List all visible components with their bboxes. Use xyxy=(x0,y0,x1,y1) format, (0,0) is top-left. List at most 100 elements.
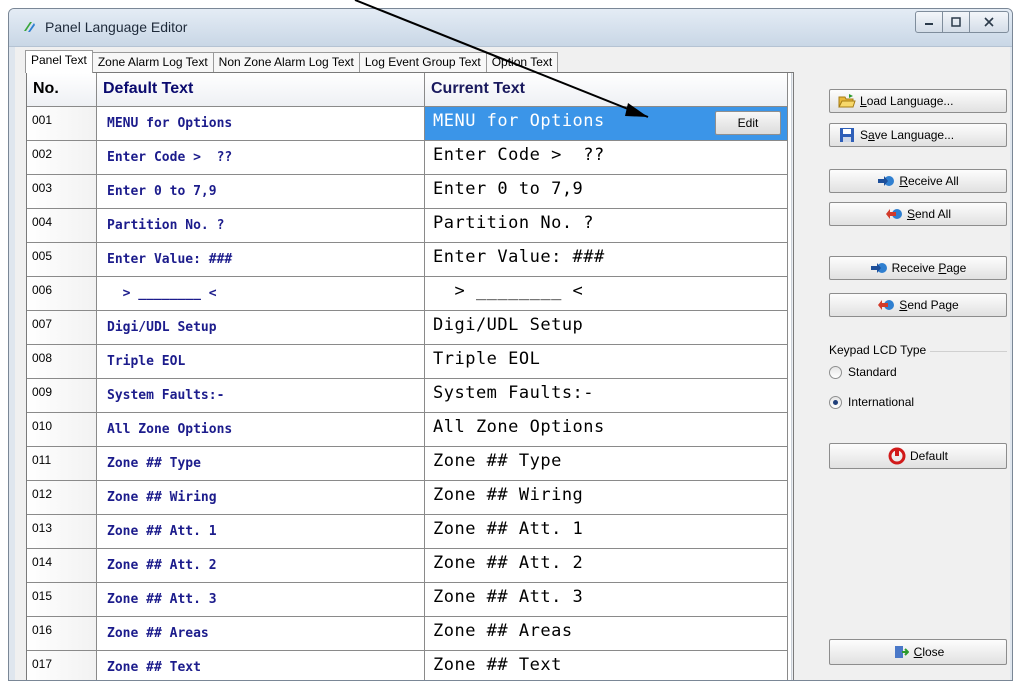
title-bar[interactable]: Panel Language Editor xyxy=(9,9,1012,47)
keypad-lcd-type-group: Keypad LCD Type Standard International xyxy=(829,343,1007,427)
default-label: Default xyxy=(909,449,949,463)
minimize-icon xyxy=(925,23,933,25)
row-number[interactable]: 004 xyxy=(27,209,97,243)
current-text-cell[interactable]: Zone ## Type xyxy=(425,447,788,481)
table-row[interactable]: 004 Partition No. ? Partition No. ? xyxy=(27,209,793,243)
load-language-button[interactable]: Load Language... xyxy=(829,89,1007,113)
send-page-button[interactable]: Send Page xyxy=(829,293,1007,317)
current-text-value: All Zone Options xyxy=(433,417,605,437)
current-text-cell[interactable]: Zone ## Areas xyxy=(425,617,788,651)
current-text-cell[interactable]: Digi/UDL Setup xyxy=(425,311,788,345)
receive-page-button[interactable]: Receive Page xyxy=(829,256,1007,280)
current-text-cell[interactable]: > ________ < xyxy=(425,277,788,311)
tab-option-text[interactable]: Option Text xyxy=(485,52,559,73)
row-number[interactable]: 006 xyxy=(27,277,97,311)
row-number[interactable]: 010 xyxy=(27,413,97,447)
table-row[interactable]: 011 Zone ## Type Zone ## Type xyxy=(27,447,793,481)
current-text-cell[interactable]: Enter Value: ### xyxy=(425,243,788,277)
table-row[interactable]: 017 Zone ## Text Zone ## Text xyxy=(27,651,793,680)
edit-button[interactable]: Edit xyxy=(715,111,781,135)
tab-non-zone-alarm-log-text[interactable]: Non Zone Alarm Log Text xyxy=(212,52,360,73)
table-row[interactable]: 002 Enter Code > ?? Enter Code > ?? xyxy=(27,141,793,175)
current-text-value: Enter Code > ?? xyxy=(433,145,605,165)
radio-international-label: International xyxy=(848,395,915,409)
vertical-scrollbar[interactable] xyxy=(791,73,794,680)
table-row[interactable]: 007 Digi/UDL Setup Digi/UDL Setup xyxy=(27,311,793,345)
send-all-button[interactable]: Send All xyxy=(829,202,1007,226)
tab-zone-alarm-log-text[interactable]: Zone Alarm Log Text xyxy=(91,52,214,73)
row-number[interactable]: 012 xyxy=(27,481,97,515)
row-number[interactable]: 005 xyxy=(27,243,97,277)
table-row[interactable]: 015 Zone ## Att. 3 Zone ## Att. 3 xyxy=(27,583,793,617)
maximize-icon xyxy=(951,17,961,27)
table-row[interactable]: 008 Triple EOL Triple EOL xyxy=(27,345,793,379)
current-text-cell[interactable]: Zone ## Wiring xyxy=(425,481,788,515)
tab-panel-text[interactable]: Panel Text xyxy=(25,50,93,73)
default-text-cell: Zone ## Type xyxy=(97,447,425,481)
current-text-cell[interactable]: Zone ## Text xyxy=(425,651,788,680)
current-text-cell[interactable]: All Zone Options xyxy=(425,413,788,447)
current-text-cell[interactable]: Partition No. ? xyxy=(425,209,788,243)
default-text-cell: All Zone Options xyxy=(97,413,425,447)
current-text-cell[interactable]: Enter Code > ?? xyxy=(425,141,788,175)
radio-button-international[interactable] xyxy=(829,395,842,409)
current-text-cell[interactable]: Zone ## Att. 2 xyxy=(425,549,788,583)
close-button[interactable]: Close xyxy=(829,639,1007,665)
row-number[interactable]: 009 xyxy=(27,379,97,413)
current-text-cell[interactable]: Zone ## Att. 3 xyxy=(425,583,788,617)
row-number[interactable]: 013 xyxy=(27,515,97,549)
scroll-up-button[interactable] xyxy=(792,73,793,91)
keypad-lcd-type-label: Keypad LCD Type xyxy=(829,343,931,357)
row-number[interactable]: 007 xyxy=(27,311,97,345)
text-grid[interactable]: No. Default Text Current Text 001 MENU fo… xyxy=(26,72,794,680)
scroll-thumb[interactable] xyxy=(793,92,794,112)
row-number[interactable]: 014 xyxy=(27,549,97,583)
default-text-cell: Zone ## Att. 3 xyxy=(97,583,425,617)
receive-icon xyxy=(877,173,895,189)
tab-log-event-group-text[interactable]: Log Event Group Text xyxy=(358,52,487,73)
minimize-button[interactable] xyxy=(915,11,943,33)
table-row[interactable]: 013 Zone ## Att. 1 Zone ## Att. 1 xyxy=(27,515,793,549)
close-window-button[interactable] xyxy=(969,11,1009,33)
current-text-cell[interactable]: System Faults:- xyxy=(425,379,788,413)
tab-strip: Panel Text Zone Alarm Log Text Non Zone … xyxy=(25,50,559,73)
current-text-cell[interactable]: Triple EOL xyxy=(425,345,788,379)
maximize-button[interactable] xyxy=(942,11,970,33)
table-row[interactable]: 003 Enter 0 to 7,9 Enter 0 to 7,9 xyxy=(27,175,793,209)
current-text-cell[interactable]: Enter 0 to 7,9 xyxy=(425,175,788,209)
current-text-cell[interactable]: MENU for Options Edit xyxy=(425,107,788,141)
default-text-cell: Zone ## Att. 2 xyxy=(97,549,425,583)
table-row[interactable]: 014 Zone ## Att. 2 Zone ## Att. 2 xyxy=(27,549,793,583)
row-number[interactable]: 016 xyxy=(27,617,97,651)
row-number[interactable]: 015 xyxy=(27,583,97,617)
default-button[interactable]: Default xyxy=(829,443,1007,469)
row-number[interactable]: 002 xyxy=(27,141,97,175)
table-row[interactable]: 009 System Faults:- System Faults:- xyxy=(27,379,793,413)
current-text-cell[interactable]: Zone ## Att. 1 xyxy=(425,515,788,549)
receive-icon xyxy=(870,260,888,276)
receive-all-button[interactable]: Receive All xyxy=(829,169,1007,193)
scroll-down-button[interactable] xyxy=(792,663,793,680)
radio-standard[interactable]: Standard xyxy=(829,365,897,379)
row-number[interactable]: 001 xyxy=(27,107,97,141)
header-current-text[interactable]: Current Text xyxy=(425,73,788,107)
header-default-text[interactable]: Default Text xyxy=(97,73,425,107)
table-row[interactable]: 016 Zone ## Areas Zone ## Areas xyxy=(27,617,793,651)
table-row[interactable]: 012 Zone ## Wiring Zone ## Wiring xyxy=(27,481,793,515)
header-no[interactable]: No. xyxy=(27,73,97,107)
default-text-cell: Enter Code > ?? xyxy=(97,141,425,175)
radio-button-standard[interactable] xyxy=(829,365,842,379)
row-number[interactable]: 008 xyxy=(27,345,97,379)
row-number[interactable]: 017 xyxy=(27,651,97,680)
close-label: Close xyxy=(913,645,945,659)
row-number[interactable]: 011 xyxy=(27,447,97,481)
current-text-value: Partition No. ? xyxy=(433,213,595,233)
radio-international[interactable]: International xyxy=(829,395,914,409)
table-row[interactable]: 006 > ________ < > ________ < xyxy=(27,277,793,311)
table-row[interactable]: 001 MENU for Options MENU for Options Edit xyxy=(27,107,793,141)
save-language-button[interactable]: Save Language... xyxy=(829,123,1007,147)
table-row[interactable]: 005 Enter Value: ### Enter Value: ### xyxy=(27,243,793,277)
row-number[interactable]: 003 xyxy=(27,175,97,209)
table-row[interactable]: 010 All Zone Options All Zone Options xyxy=(27,413,793,447)
default-text-cell: MENU for Options xyxy=(97,107,425,141)
